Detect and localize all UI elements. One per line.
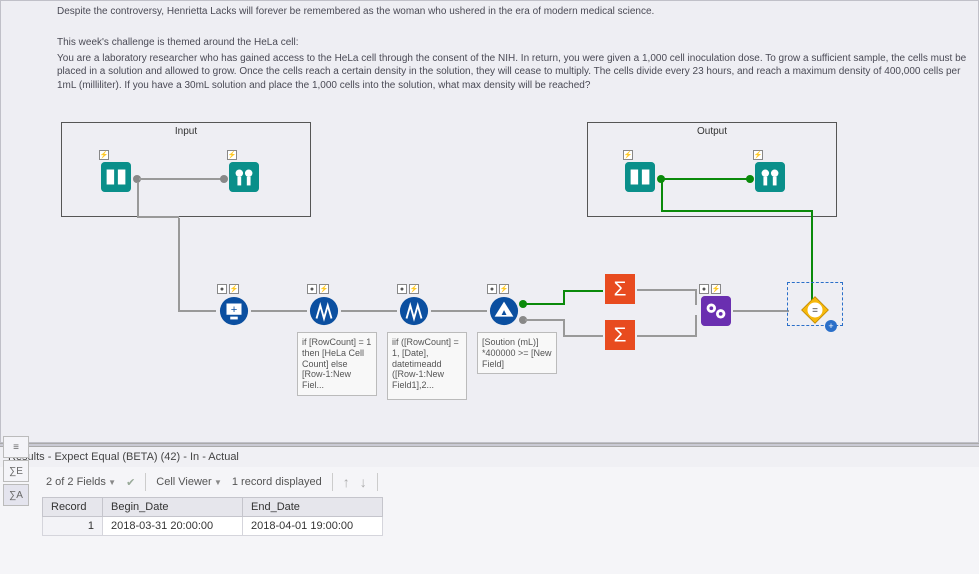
col-record[interactable]: Record — [43, 498, 103, 517]
col-end-date[interactable]: End_Date — [243, 498, 383, 517]
summarize-tool-1[interactable]: Σ — [605, 274, 635, 304]
svg-text:+: + — [231, 304, 238, 316]
results-grid[interactable]: Record Begin_Date End_Date 1 2018-03-31 … — [42, 497, 383, 536]
generate-rows-tool[interactable]: ●⚡ + — [219, 296, 249, 326]
formula-annotation-1: if [RowCount] = 1 then [HeLa Cell Count]… — [297, 332, 377, 396]
text-input-tool[interactable]: ⚡ — [101, 162, 131, 192]
expect-equal-tool[interactable]: = + — [797, 292, 833, 328]
desc-line-3: You are a laboratory researcher who has … — [57, 52, 970, 93]
filter-annotation: [Soution (mL)] *400000 >= [New Field] — [477, 332, 557, 374]
multi-row-formula-tool-1[interactable]: ●⚡ — [309, 296, 339, 326]
messages-tab-icon[interactable]: ≡ — [3, 436, 29, 458]
challenge-description: Despite the controversy, Henrietta Lacks… — [1, 1, 978, 102]
desc-line-2: This week's challenge is themed around t… — [57, 36, 970, 50]
output-container-title: Output — [588, 126, 836, 137]
svg-text:Σ: Σ — [614, 278, 627, 301]
input-container[interactable]: Input — [61, 122, 311, 217]
formula-annotation-2: iif ([RowCount] = 1, [Date], datetimeadd… — [387, 332, 467, 400]
prev-record-icon[interactable]: ↑ — [343, 474, 350, 490]
svg-text:=: = — [812, 305, 818, 316]
text-input-tool-output[interactable]: ⚡ — [625, 162, 655, 192]
sigma-a-tab[interactable]: ∑A — [3, 484, 29, 506]
cell-begin-date: 2018-03-31 20:00:00 — [103, 517, 243, 536]
cell-end-date: 2018-04-01 19:00:00 — [243, 517, 383, 536]
table-row[interactable]: 1 2018-03-31 20:00:00 2018-04-01 19:00:0… — [43, 517, 383, 536]
apply-check-icon[interactable]: ✔ — [126, 476, 135, 489]
svg-text:Σ: Σ — [614, 324, 627, 347]
summarize-tool-2[interactable]: Σ — [605, 320, 635, 350]
sigma-e-tab[interactable]: ∑E — [3, 460, 29, 482]
add-anchor-icon[interactable]: + — [825, 320, 837, 332]
col-begin-date[interactable]: Begin_Date — [103, 498, 243, 517]
multi-row-formula-tool-2[interactable]: ●⚡ — [399, 296, 429, 326]
transform-tool[interactable]: ●⚡ — [701, 296, 731, 326]
workflow-canvas[interactable]: Input ⚡ ⚡ Output ⚡ ⚡ — [1, 102, 978, 442]
cell-viewer-dropdown[interactable]: Cell Viewer — [156, 476, 222, 488]
next-record-icon[interactable]: ↓ — [360, 474, 367, 490]
results-title: Results - Expect Equal (BETA) (42) - In … — [0, 447, 979, 467]
results-toolbar: 2 of 2 Fields ✔ Cell Viewer 1 record dis… — [42, 467, 979, 497]
fields-dropdown[interactable]: 2 of 2 Fields — [46, 476, 116, 488]
browse-tool-input[interactable]: ⚡ — [229, 162, 259, 192]
desc-line-1: Despite the controversy, Henrietta Lacks… — [57, 5, 970, 19]
filter-tool[interactable]: ●⚡ ▲ — [489, 296, 519, 326]
browse-tool-output[interactable]: ⚡ — [755, 162, 785, 192]
record-count-label: 1 record displayed — [232, 476, 322, 488]
svg-text:▲: ▲ — [500, 307, 508, 317]
cell-record: 1 — [43, 517, 103, 536]
input-container-title: Input — [62, 126, 310, 137]
